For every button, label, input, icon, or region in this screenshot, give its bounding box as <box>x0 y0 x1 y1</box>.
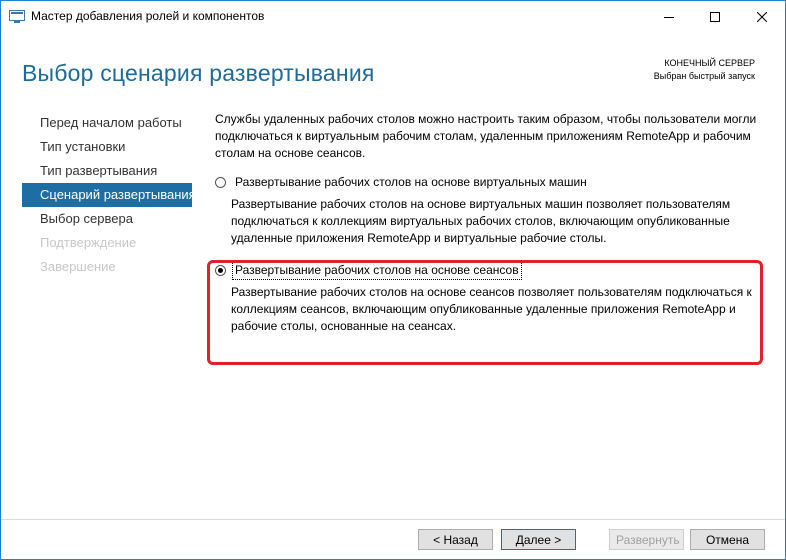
footer-divider <box>1 519 785 520</box>
nav-item-server-selection[interactable]: Выбор сервера <box>22 207 192 231</box>
nav-item-before-you-begin[interactable]: Перед началом работы <box>22 111 192 135</box>
maximize-icon <box>710 11 720 22</box>
wizard-nav: Перед началом работы Тип установки Тип р… <box>22 111 196 279</box>
title-bar[interactable]: Мастер добавления ролей и компонентов <box>1 1 785 32</box>
wizard-header: Выбор сценария развертывания КОНЕЧНЫЙ СЕ… <box>1 32 785 94</box>
radio-vm-desktop[interactable] <box>215 177 226 188</box>
close-button[interactable] <box>739 1 785 32</box>
nav-item-confirmation: Подтверждение <box>40 235 137 250</box>
option-vm-desktop[interactable]: Развертывание рабочих столов на основе в… <box>215 174 589 191</box>
wizard-window: Мастер добавления ролей и компонентов Вы… <box>0 0 786 560</box>
page-title: Выбор сценария развертывания <box>22 60 375 86</box>
nav-item-deployment-type[interactable]: Тип развертывания <box>22 159 192 183</box>
nav-item-deployment-scenario[interactable]: Сценарий развертывания <box>22 183 196 207</box>
window-title: Мастер добавления ролей и компонентов <box>31 9 265 23</box>
minimize-button[interactable] <box>646 1 692 32</box>
back-button[interactable]: < Назад <box>418 529 493 550</box>
highlight-annotation <box>207 260 763 365</box>
next-button[interactable]: Далее > <box>501 529 576 550</box>
deploy-button: Развернуть <box>609 529 684 550</box>
destination-server-label: КОНЕЧНЫЙ СЕРВЕР <box>664 58 755 68</box>
maximize-button[interactable] <box>692 1 738 32</box>
minimize-icon <box>664 16 674 18</box>
intro-text: Службы удаленных рабочих столов можно на… <box>215 112 757 160</box>
cancel-button[interactable]: Отмена <box>690 529 765 550</box>
nav-item-installation-type[interactable]: Тип установки <box>22 135 192 159</box>
option-vm-desktop-label[interactable]: Развертывание рабочих столов на основе в… <box>233 174 589 191</box>
close-icon <box>757 11 767 22</box>
option-vm-desktop-description: Развертывание рабочих столов на основе в… <box>231 197 731 245</box>
nav-item-completion: Завершение <box>40 259 116 274</box>
destination-server-value: Выбран быстрый запуск <box>653 71 755 81</box>
server-manager-icon <box>9 10 25 23</box>
